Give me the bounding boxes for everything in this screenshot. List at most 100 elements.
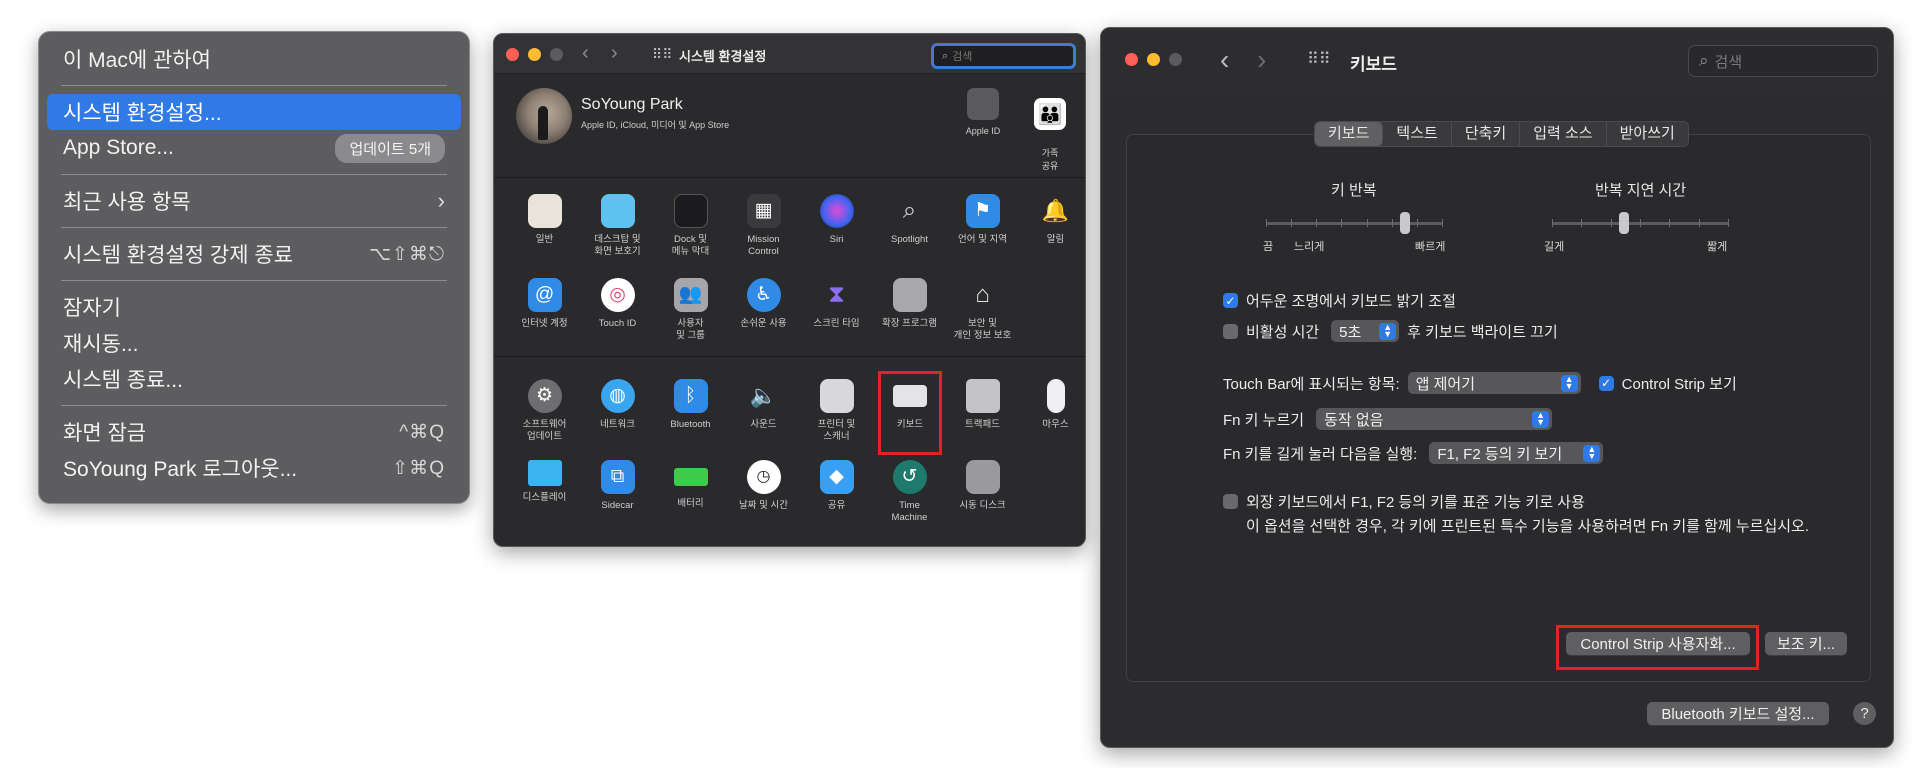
tab-dictation[interactable]: 받아쓰기 <box>1607 122 1688 146</box>
menu-system-preferences[interactable]: 시스템 환경설정... <box>47 94 461 130</box>
shortcut-label: ^⌘Q <box>399 421 445 443</box>
tab-text[interactable]: 텍스트 <box>1383 122 1452 146</box>
pane-label: 사용자 및 그룹 <box>676 318 705 341</box>
customize-control-strip-button[interactable]: Control Strip 사용자화... <box>1566 632 1750 655</box>
pane-internet-accounts[interactable]: @ 인터넷 계정 <box>508 270 581 354</box>
minimize-button[interactable] <box>528 48 541 61</box>
shortcut-label: ⌥⇧⌘⎋ <box>369 243 445 265</box>
delay-knob[interactable] <box>1619 212 1629 234</box>
grid-icon[interactable]: ⠿⠿ <box>652 47 673 61</box>
search-field[interactable]: ⌕ 검색 <box>1688 45 1878 77</box>
pane-date-time[interactable]: ◷ 날짜 및 시간 <box>727 452 800 536</box>
mission-control-icon: ▦ <box>746 194 781 228</box>
pane-sharing[interactable]: ◆ 공유 <box>800 452 873 536</box>
menu-logout[interactable]: SoYoung Park 로그아웃... ⇧⌘Q <box>47 450 461 486</box>
back-arrow-icon[interactable]: ‹ <box>1220 44 1229 76</box>
menu-label: 시스템 종료... <box>63 369 183 392</box>
fn-label: Fn 키 누르기 <box>1223 411 1305 429</box>
pane-mission-control[interactable]: ▦ Mission Control <box>727 186 800 270</box>
pane-bluetooth[interactable]: ᛒ Bluetooth <box>654 371 727 455</box>
tab-shortcuts[interactable]: 단축키 <box>1452 122 1521 146</box>
fn-popup[interactable]: 동작 없음 ▲ ▼ <box>1316 408 1553 430</box>
delay-slider[interactable] <box>1552 212 1729 234</box>
close-button[interactable] <box>1125 53 1138 66</box>
pane-startup-disk[interactable]: 시동 디스크 <box>946 452 1019 536</box>
pane-language[interactable]: ⚑ 언어 및 지역 <box>946 186 1019 270</box>
pane-label: 언어 및 지역 <box>958 234 1007 245</box>
updown-arrows-icon: ▲ ▼ <box>1379 322 1397 340</box>
minimize-button[interactable] <box>1147 53 1160 66</box>
pane-notifications[interactable]: 🔔 알림 <box>1019 186 1085 270</box>
menu-shutdown[interactable]: 시스템 종료... <box>47 361 461 397</box>
bluetooth-keyboard-setup-button[interactable]: Bluetooth 키보드 설정... <box>1647 702 1829 725</box>
pane-desktop[interactable]: 데스크탑 및 화면 보호기 <box>581 186 654 270</box>
tab-keyboard[interactable]: 키보드 <box>1315 122 1384 146</box>
pane-touch-id[interactable]: ◎ Touch ID <box>581 270 654 354</box>
pane-dock[interactable]: Dock 및 메뉴 막대 <box>654 186 727 270</box>
pane-screen-time[interactable]: ⧗ 스크린 타임 <box>800 270 873 354</box>
pane-network[interactable]: ◍ 네트워크 <box>581 371 654 455</box>
trackpad-icon <box>965 379 1000 413</box>
idle-time-popup[interactable]: 5초 ▲ ▼ <box>1331 320 1400 342</box>
tab-input-sources[interactable]: 입력 소스 <box>1520 122 1607 146</box>
zoom-button[interactable] <box>1169 53 1182 66</box>
pane-general[interactable]: 일반 <box>508 186 581 270</box>
pane-users[interactable]: 👥 사용자 및 그룹 <box>654 270 727 354</box>
pane-time-machine[interactable]: ↺ Time Machine <box>873 452 946 536</box>
menu-about-this-mac[interactable]: 이 Mac에 관하여 <box>47 41 461 77</box>
key-repeat-slider[interactable] <box>1266 212 1443 234</box>
titlebar: ‹ › ⠿⠿ 시스템 환경설정 ⌕ 검색 <box>494 34 1085 74</box>
accessibility-icon: ♿ <box>746 278 781 312</box>
general-icon <box>527 194 562 228</box>
fn-hold-popup[interactable]: F1, F2 등의 키 보기 ▲ ▼ <box>1429 442 1604 464</box>
menu-recent-items[interactable]: 최근 사용 항목 › <box>47 183 461 219</box>
search-field[interactable]: ⌕ 검색 <box>931 43 1076 69</box>
users-icon: 👥 <box>673 278 708 312</box>
external-fn-checkbox[interactable] <box>1223 494 1238 509</box>
menu-force-quit[interactable]: 시스템 환경설정 강제 종료 ⌥⇧⌘⎋ <box>47 236 461 272</box>
menu-label: 잠자기 <box>63 297 121 320</box>
desktop-icon <box>600 194 635 228</box>
forward-arrow-icon[interactable]: › <box>1257 44 1266 76</box>
adjust-brightness-checkbox[interactable]: ✓ <box>1223 293 1238 308</box>
slider-tick <box>1316 219 1317 227</box>
pane-sound[interactable]: 🔈 사운드 <box>727 371 800 455</box>
slider-tick <box>1442 219 1443 227</box>
pane-trackpad[interactable]: 트랙패드 <box>946 371 1019 455</box>
grid-icon[interactable]: ⠿⠿ <box>1307 52 1330 68</box>
pane-sidecar[interactable]: ⧉ Sidecar <box>581 452 654 536</box>
menu-sleep[interactable]: 잠자기 <box>47 289 461 325</box>
close-button[interactable] <box>506 48 519 61</box>
help-button[interactable]: ? <box>1853 702 1876 725</box>
back-arrow-icon[interactable]: ‹ <box>582 42 589 65</box>
pane-siri[interactable]: Siri <box>800 186 873 270</box>
pane-printers[interactable]: 프린터 및 스캐너 <box>800 371 873 455</box>
family-sharing-tile[interactable]: 👪 가족 공유 <box>1025 88 1075 172</box>
pane-mouse[interactable]: 마우스 <box>1019 371 1085 455</box>
pane-keyboard[interactable]: 키보드 <box>878 371 942 455</box>
key-repeat-knob[interactable] <box>1400 212 1410 234</box>
menu-restart[interactable]: 재시동... <box>47 325 461 361</box>
pane-security[interactable]: ⌂ 보안 및 개인 정보 보호 <box>946 270 1019 354</box>
pane-battery[interactable]: 배터리 <box>654 452 727 536</box>
pane-extensions[interactable]: 확장 프로그램 <box>873 270 946 354</box>
pane-displays[interactable]: 디스플레이 <box>508 452 581 536</box>
updown-arrows-icon: ▲ ▼ <box>1583 444 1601 462</box>
zoom-button[interactable] <box>550 48 563 61</box>
pane-software-update[interactable]: ⚙ 소프트웨어 업데이트 <box>508 371 581 455</box>
apple-id-tile[interactable]: Apple ID <box>958 88 1008 136</box>
external-fn-note-row: 이 옵션을 선택한 경우, 각 키에 프린트된 특수 기능을 사용하려면 Fn … <box>1246 515 1809 536</box>
backlight-off-checkbox[interactable] <box>1223 323 1238 339</box>
pane-accessibility[interactable]: ♿ 손쉬운 사용 <box>727 270 800 354</box>
clock-icon: ◷ <box>746 460 781 494</box>
forward-arrow-icon[interactable]: › <box>611 42 618 65</box>
modifier-keys-button[interactable]: 보조 키... <box>1765 632 1847 655</box>
touchbar-popup[interactable]: 앱 제어기 ▲ ▼ <box>1407 372 1581 394</box>
pane-row-2: @ 인터넷 계정 ◎ Touch ID 👥 사용자 및 그룹 ♿ 손쉬운 사용 ⧗ 스크린… <box>508 270 1019 354</box>
control-strip-checkbox[interactable]: ✓ <box>1598 375 1614 391</box>
avatar[interactable] <box>516 88 572 144</box>
menu-lock-screen[interactable]: 화면 잠금 ^⌘Q <box>47 414 461 450</box>
menu-app-store[interactable]: App Store... 업데이트 5개 <box>47 130 461 166</box>
pane-spotlight[interactable]: ⌕ Spotlight <box>873 186 946 270</box>
folder-icon: ◆ <box>819 460 854 494</box>
